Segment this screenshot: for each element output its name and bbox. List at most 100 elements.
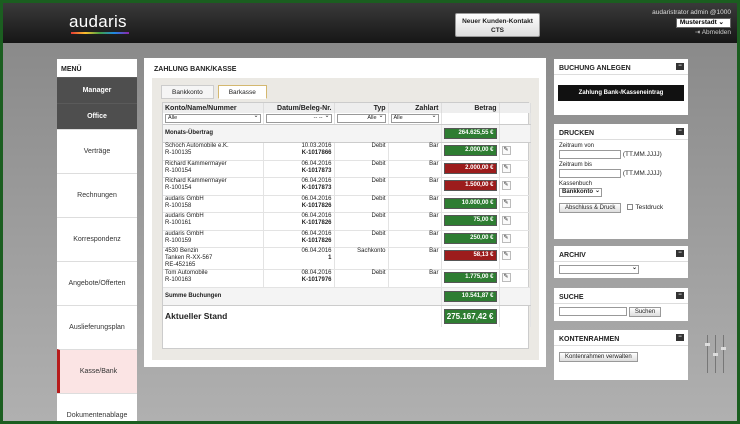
col-zahlart[interactable]: Zahlart bbox=[388, 103, 442, 113]
bookings-table: Konto/Name/Nummer Datum/Beleg-Nr. Typ Za… bbox=[163, 103, 531, 327]
row-zahlart: Bar bbox=[388, 195, 442, 213]
new-customer-contact-button[interactable]: Neuer Kunden-Kontakt CTS bbox=[455, 13, 540, 37]
menu-title: MENÜ bbox=[61, 66, 82, 73]
carryover-label: Monats-Übertrag bbox=[163, 124, 442, 143]
total-label: Aktueller Stand bbox=[163, 305, 442, 327]
kassenbuch-select[interactable]: Bankkonto bbox=[559, 187, 603, 197]
collapse-icon[interactable]: − bbox=[676, 250, 684, 257]
filter-zahlart-select[interactable]: Alle bbox=[390, 113, 439, 123]
sidebar-item-auslieferungsplan[interactable]: Auslieferungsplan bbox=[57, 305, 137, 349]
table-row[interactable]: audaris GmbH R-100159 06.04.2016 K-1017826 D… bbox=[163, 230, 531, 248]
drucken-title: DRUCKEN − bbox=[554, 124, 688, 140]
row-date: 06.04.2016 bbox=[301, 178, 332, 184]
new-payment-button[interactable]: Zahlung Bank-/Kasseneintrag bbox=[558, 85, 684, 101]
table-row[interactable]: 4530 Benzin Tanken R-XX-567 RE-452165 06.04… bbox=[163, 247, 531, 270]
row-number: R-100163 bbox=[165, 277, 192, 283]
date-format-hint: (TT.MM.JJJJ) bbox=[622, 170, 662, 178]
row-number: R-100158 bbox=[165, 202, 192, 209]
row-beleg: K-1017873 bbox=[301, 185, 332, 191]
collapse-icon[interactable]: − bbox=[676, 128, 684, 135]
filter-row: Alle -- -- Alle Alle bbox=[163, 113, 531, 125]
print-close-button[interactable]: Abschluss & Druck bbox=[559, 203, 622, 213]
row-date: 06.04.2016 bbox=[301, 160, 332, 167]
location-select[interactable]: Musterstadt ⌄ bbox=[675, 18, 731, 28]
buchung-anlegen-box: BUCHUNG ANLEGEN − Zahlung Bank-/Kassenein… bbox=[554, 59, 688, 115]
edit-icon[interactable]: ✎ bbox=[501, 163, 511, 173]
suche-title: SUCHE − bbox=[554, 288, 688, 304]
sidebar-item-vertraege[interactable]: Verträge bbox=[57, 129, 137, 173]
content-panel: Bankkonto Barkasse Konto/Name/Nummer Dat… bbox=[152, 78, 539, 360]
edit-icon[interactable]: ✎ bbox=[501, 146, 511, 155]
edit-icon[interactable]: ✎ bbox=[501, 216, 511, 225]
table-row[interactable]: Richard Kammermayer R-100154 06.04.2016 K-1… bbox=[163, 177, 531, 196]
testdruck-checkbox[interactable] bbox=[627, 204, 634, 211]
sidebar-item-korrespondenz[interactable]: Korrespondenz bbox=[57, 217, 137, 261]
filter-konto-select[interactable]: Alle bbox=[165, 113, 261, 123]
row-beleg: K-1017826 bbox=[301, 220, 332, 226]
row-zahlart: Bar bbox=[388, 230, 442, 248]
buchung-title: BUCHUNG ANLEGEN − bbox=[554, 59, 688, 75]
logout-link[interactable]: ⇥ Abmelden bbox=[601, 29, 731, 37]
user-name: audaristrator admin @1000 bbox=[652, 9, 731, 16]
edit-icon[interactable]: ✎ bbox=[501, 181, 511, 190]
row-name: Tom Automobile bbox=[165, 270, 208, 276]
date-format-hint: (TT.MM.JJJJ) bbox=[622, 151, 662, 159]
table-row[interactable]: Richard Kammermayer R-100154 06.04.2016 K-1… bbox=[163, 160, 531, 178]
top-bar: audaris Neuer Kunden-Kontakt CTS audaris… bbox=[3, 3, 737, 43]
slider-track bbox=[713, 335, 718, 373]
sidebar-item-manager[interactable]: Manager bbox=[57, 77, 137, 103]
row-date: 06.04.2016 bbox=[301, 248, 332, 254]
edit-icon[interactable]: ✎ bbox=[501, 273, 511, 282]
row-amount: 2.000,00 € bbox=[443, 162, 497, 174]
table-row[interactable]: audaris GmbH R-100161 06.04.2016 K-1017826 D… bbox=[163, 212, 531, 231]
kontenrahmen-box: KONTENRAHMEN − Kontenrahmen verwalten bbox=[554, 330, 688, 380]
row-amount: 2.000,00 € bbox=[443, 145, 497, 156]
row-typ: Debit bbox=[334, 177, 389, 196]
collapse-icon[interactable]: − bbox=[676, 334, 684, 341]
zeitraum-bis-input[interactable] bbox=[559, 169, 621, 178]
logout-icon: ⇥ bbox=[694, 29, 701, 36]
manage-kontenrahmen-button[interactable]: Kontenrahmen verwalten bbox=[559, 352, 638, 362]
zeitraum-von-input[interactable] bbox=[559, 150, 621, 159]
archiv-title: ARCHIV − bbox=[554, 246, 688, 262]
col-betrag[interactable]: Betrag bbox=[441, 103, 500, 113]
row-zahlart: Bar bbox=[388, 212, 442, 231]
edit-icon[interactable]: ✎ bbox=[501, 198, 511, 208]
sidebar-item-angebote[interactable]: Angebote/Offerten bbox=[57, 261, 137, 305]
sidebar-item-kasse-bank[interactable]: Kasse/Bank bbox=[57, 349, 137, 393]
logo-color-bar bbox=[71, 32, 129, 34]
page-title: ZAHLUNG BANK/KASSE bbox=[154, 66, 237, 73]
filter-typ-select[interactable]: Alle bbox=[336, 113, 386, 123]
row-amount: 58,13 € bbox=[443, 250, 497, 261]
col-konto[interactable]: Konto/Name/Nummer bbox=[163, 103, 264, 113]
slider-track bbox=[721, 335, 726, 373]
drucken-title-text: DRUCKEN bbox=[559, 130, 594, 137]
table-row[interactable]: Tom Automobile R-100163 08.04.2016 K-101797… bbox=[163, 269, 531, 288]
table-row[interactable]: audaris GmbH R-100158 06.04.2016 K-1017826 D… bbox=[163, 195, 531, 213]
sidebar-item-dokumentenablage[interactable]: Dokumentenablage bbox=[57, 393, 137, 421]
collapse-icon[interactable]: − bbox=[676, 63, 684, 70]
row-number: R-100154 bbox=[165, 185, 192, 191]
sidebar-item-rechnungen[interactable]: Rechnungen bbox=[57, 173, 137, 217]
row-name: 4530 Benzin bbox=[165, 248, 199, 254]
tab-barkasse[interactable]: Barkasse bbox=[217, 85, 267, 99]
app-window: audaris Neuer Kunden-Kontakt CTS audaris… bbox=[3, 3, 737, 421]
archiv-select[interactable] bbox=[559, 264, 639, 274]
edit-icon[interactable]: ✎ bbox=[501, 233, 511, 243]
edit-icon[interactable]: ✎ bbox=[501, 251, 511, 260]
row-beleg: K-1017873 bbox=[301, 167, 332, 174]
col-datum[interactable]: Datum/Beleg-Nr. bbox=[263, 103, 335, 113]
tab-bankkonto[interactable]: Bankkonto bbox=[161, 85, 214, 99]
bookings-rows: Schoch Automobile e.K. R-100135 10.03.2016… bbox=[163, 142, 531, 288]
table-row[interactable]: Schoch Automobile e.K. R-100135 10.03.2016… bbox=[163, 142, 531, 161]
collapse-icon[interactable]: − bbox=[676, 292, 684, 299]
search-button[interactable]: Suchen bbox=[628, 307, 662, 318]
row-extra: RE-452165 bbox=[165, 262, 196, 268]
row-name: audaris GmbH bbox=[165, 230, 204, 237]
sidebar-item-office[interactable]: Office bbox=[57, 103, 137, 129]
row-date: 06.04.2016 bbox=[301, 230, 332, 237]
filter-datum-select[interactable]: -- -- bbox=[265, 113, 332, 123]
archiv-box: ARCHIV − bbox=[554, 246, 688, 278]
search-input[interactable] bbox=[559, 307, 627, 316]
col-typ[interactable]: Typ bbox=[334, 103, 389, 113]
